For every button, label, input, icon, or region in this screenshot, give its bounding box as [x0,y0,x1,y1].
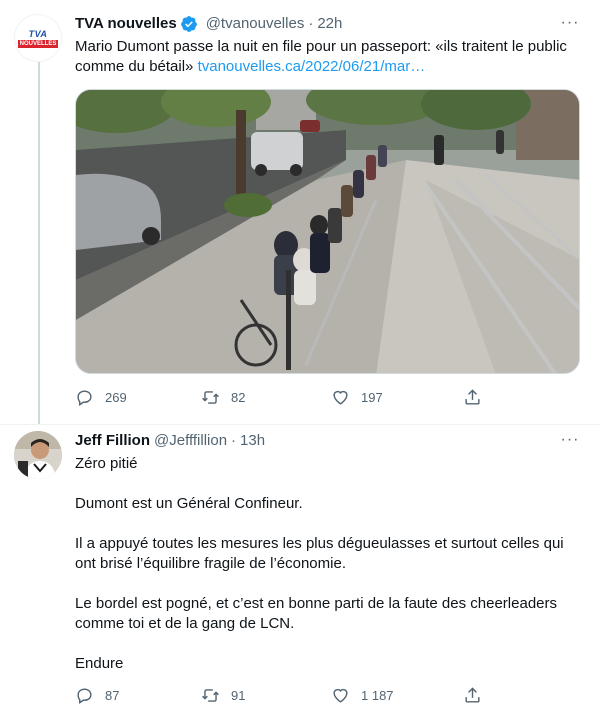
reply-button[interactable]: 87 [75,686,201,705]
separator-dot: · [231,432,237,449]
reply-button[interactable]: 269 [75,388,201,407]
tweet-photo[interactable] [75,89,580,374]
timestamp[interactable]: 22h [317,14,342,34]
retweet-icon [202,688,219,702]
verified-badge-icon [180,16,197,32]
reply-icon [77,687,92,704]
street-queue-photo [76,90,579,373]
tweet-paragraph-4: Le bordel est pogné, et c’est en bonne p… [75,595,557,632]
retweet-icon [202,390,219,404]
tweet-jeff[interactable]: Jeff Fillion @Jefffillion · 13h ··· Zéro… [0,424,600,714]
share-icon [465,686,480,703]
like-button[interactable]: 1 187 [331,686,463,705]
like-icon [333,390,348,405]
author-name[interactable]: Jeff Fillion [75,431,150,451]
tweet-actions: 87 91 1 187 [75,685,505,705]
tva-logo-subtext: NOUVELLES [17,39,59,48]
retweet-button[interactable]: 82 [201,388,331,407]
tweet-tva[interactable]: TVA NOUVELLES TVA nouvelles @tvanouvelle… [0,0,600,424]
author-handle[interactable]: @tvanouvelles [206,14,305,34]
tweet-header: TVA nouvelles @tvanouvelles · 22h [75,14,342,34]
avatar-jeff[interactable] [14,431,62,479]
retweet-button[interactable]: 91 [201,686,331,705]
like-count: 197 [361,389,383,405]
tweet-paragraph-5: Endure [75,655,124,672]
reply-count: 269 [105,389,127,405]
tweet-header: Jeff Fillion @Jefffillion · 13h [75,431,265,451]
share-button[interactable] [463,686,482,705]
retweet-count: 82 [231,389,246,405]
more-icon[interactable]: ··· [558,431,582,451]
like-button[interactable]: 197 [331,388,463,407]
tweet-text: Mario Dumont passe la nuit en file pour … [75,37,585,77]
reply-count: 87 [105,687,120,703]
tweet-paragraph-1: Zéro pitié [75,455,138,472]
avatar-photo [14,431,62,479]
tva-logo-text: TVA [28,28,48,39]
share-button[interactable] [463,388,482,407]
separator-dot: · [308,15,314,32]
article-link[interactable]: tvanouvelles.ca/2022/06/21/mar… [198,58,426,75]
like-count: 1 187 [361,687,394,703]
timestamp[interactable]: 13h [240,431,265,451]
tweet-actions: 269 82 197 [75,387,505,407]
more-icon[interactable]: ··· [558,14,582,34]
avatar-tva[interactable]: TVA NOUVELLES [14,14,62,62]
author-handle[interactable]: @Jefffillion [154,431,227,451]
tweet-paragraph-2: Dumont est un Général Confineur. [75,495,303,512]
like-icon [333,688,348,703]
reply-icon [77,389,92,406]
retweet-count: 91 [231,687,246,703]
share-icon [465,388,480,405]
tweet-paragraph-3: Il a appuyé toutes les mesures les plus … [75,535,564,572]
author-name[interactable]: TVA nouvelles [75,14,177,34]
